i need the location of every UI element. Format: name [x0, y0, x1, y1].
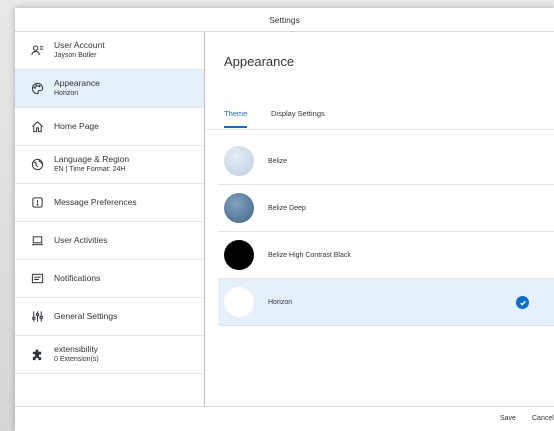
appearance-panel: Appearance Theme Display Settings Belize…	[206, 32, 554, 406]
tab-theme[interactable]: Theme	[224, 109, 248, 128]
sidebar-item-user-activities[interactable]: User Activities	[15, 222, 204, 260]
sidebar-item-title: User Activities	[54, 235, 108, 245]
sidebar-item-title: General Settings	[54, 311, 118, 321]
sidebar-item-extensibility[interactable]: extensibility 0 Extension(s)	[15, 336, 204, 374]
theme-item-belize[interactable]: Belize	[218, 138, 554, 185]
theme-swatch	[224, 146, 254, 176]
sidebar-item-general-settings[interactable]: General Settings	[15, 298, 204, 336]
checkmark-icon	[516, 296, 529, 309]
theme-swatch	[224, 287, 254, 317]
sidebar-item-subtitle: EN | Time Format: 24H	[54, 166, 126, 173]
theme-list: Belize Belize Deep Belize High Contrast …	[218, 138, 554, 326]
dialog-title: Settings	[269, 14, 300, 25]
notification-icon	[30, 272, 44, 286]
sidebar-item-appearance[interactable]: Appearance Horizon	[15, 70, 204, 108]
settings-dialog: Settings User Account Jayson Butler Appe…	[15, 8, 554, 431]
sidebar-item-title: Home Page	[54, 121, 99, 131]
sidebar-item-home-page[interactable]: Home Page	[15, 108, 204, 146]
sidebar-item-subtitle: 0 Extension(s)	[54, 356, 99, 363]
save-button[interactable]: Save	[500, 415, 516, 422]
sidebar-item-message-preferences[interactable]: Message Preferences	[15, 184, 204, 222]
globe-icon	[30, 158, 44, 172]
theme-name: Horizon	[268, 298, 293, 306]
laptop-icon	[30, 234, 44, 248]
sidebar-item-title: Appearance	[54, 78, 100, 88]
page-title: Appearance	[224, 54, 295, 69]
dialog-header: Settings	[15, 8, 554, 32]
dialog-footer: Save Cancel	[15, 406, 554, 431]
theme-item-horizon[interactable]: Horizon	[218, 279, 554, 326]
user-account-icon	[30, 44, 44, 58]
sidebar-item-title: Language & Region	[54, 154, 130, 164]
sidebar-item-title: Message Preferences	[54, 197, 137, 207]
message-icon	[30, 196, 44, 210]
sidebar-item-language-region[interactable]: Language & Region EN | Time Format: 24H	[15, 146, 204, 184]
tab-display-settings[interactable]: Display Settings	[271, 109, 325, 126]
sidebar-item-subtitle: Horizon	[54, 90, 79, 97]
theme-name: Belize High Contrast Black	[268, 251, 351, 259]
theme-name: Belize Deep	[268, 204, 306, 212]
theme-name: Belize	[268, 157, 288, 165]
theme-swatch	[224, 240, 254, 270]
sidebar-item-title: Notifications	[54, 273, 101, 283]
sidebar-item-subtitle: Jayson Butler	[54, 52, 97, 59]
cancel-button[interactable]: Cancel	[532, 415, 554, 422]
home-icon	[30, 120, 44, 134]
settings-sidebar: User Account Jayson Butler Appearance Ho…	[15, 32, 205, 406]
sidebar-item-notifications[interactable]: Notifications	[15, 260, 204, 298]
sidebar-item-title: User Account	[54, 40, 105, 50]
theme-item-belize-high-contrast-black[interactable]: Belize High Contrast Black	[218, 232, 554, 279]
sidebar-item-user-account[interactable]: User Account Jayson Butler	[15, 32, 204, 70]
tab-bar: Theme Display Settings	[206, 106, 554, 130]
palette-icon	[30, 82, 44, 96]
sliders-icon	[30, 310, 44, 324]
theme-item-belize-deep[interactable]: Belize Deep	[218, 185, 554, 232]
puzzle-icon	[30, 348, 44, 362]
sidebar-item-title: extensibility	[54, 344, 98, 354]
theme-swatch	[224, 193, 254, 223]
